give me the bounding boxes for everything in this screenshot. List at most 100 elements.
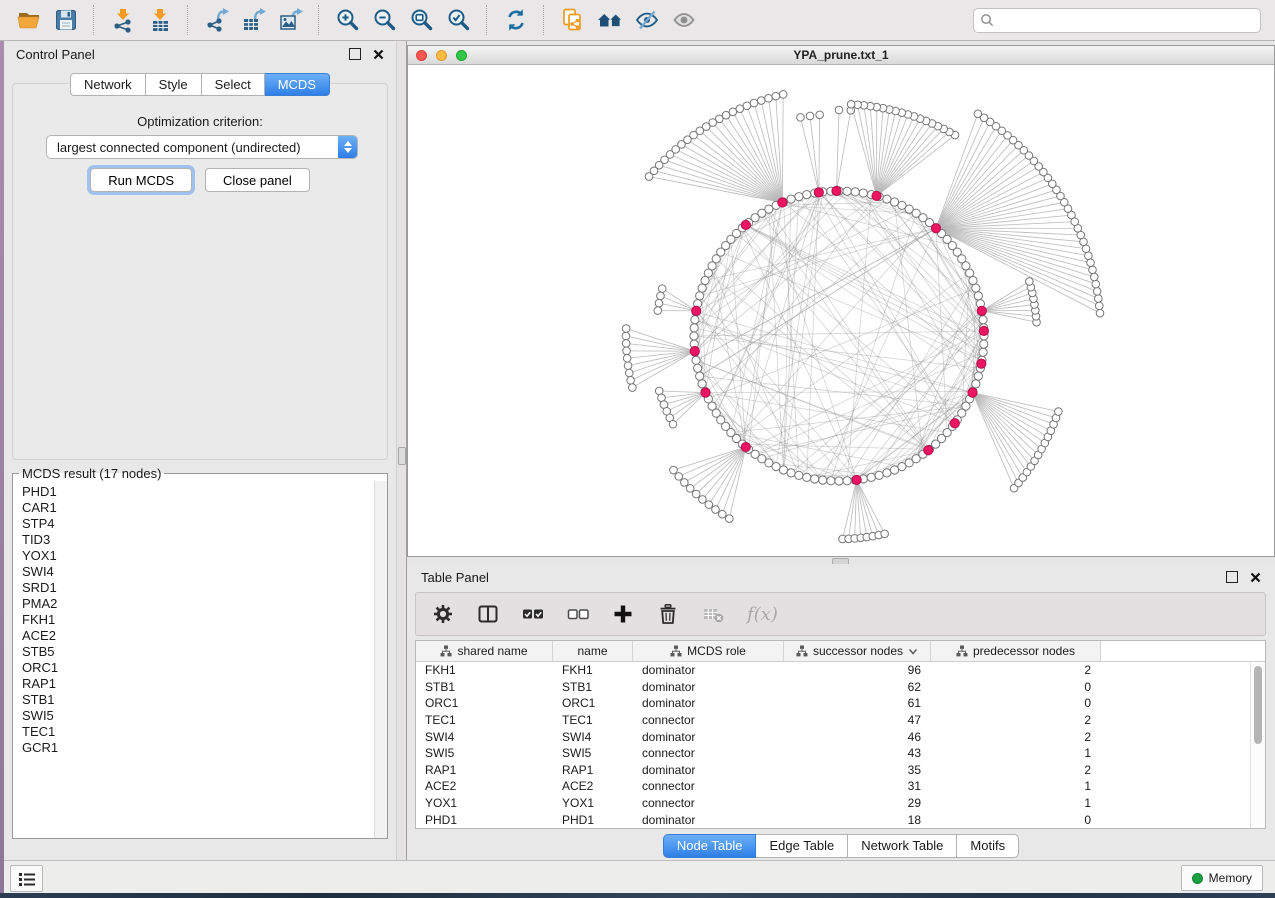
leaf-node[interactable] [797, 114, 805, 122]
delete-column-icon[interactable] [655, 601, 681, 627]
table-row-ACE2[interactable]: ACE2ACE2connector311 [416, 778, 1251, 795]
ring-node[interactable] [827, 477, 835, 485]
zoom-fit-icon[interactable] [406, 5, 437, 36]
table-scrollbar[interactable] [1250, 662, 1265, 828]
zoom-selected-icon[interactable] [443, 5, 474, 36]
leaf-node[interactable] [654, 307, 662, 315]
ring-node[interactable] [811, 475, 819, 483]
leaf-node[interactable] [622, 340, 630, 348]
split-panel-icon[interactable] [475, 601, 501, 627]
ring-node[interactable] [883, 469, 891, 477]
leaf-node[interactable] [627, 376, 635, 384]
mcds-node[interactable] [814, 188, 823, 197]
tab-node-table[interactable]: Node Table [663, 834, 757, 858]
table-row-ORC1[interactable]: ORC1ORC1dominator610 [416, 695, 1251, 712]
mcds-node[interactable] [832, 186, 841, 195]
leaf-node[interactable] [624, 362, 632, 370]
settings-gear-icon[interactable] [430, 601, 456, 627]
cell-successor_nodes[interactable]: 29 [784, 796, 931, 810]
mcds-node[interactable] [968, 388, 977, 397]
leaf-node[interactable] [974, 110, 982, 118]
cell-mcds_role[interactable]: connector [633, 713, 784, 727]
cell-mcds_role[interactable]: dominator [633, 680, 784, 694]
ring-node[interactable] [795, 471, 803, 479]
tab-mcds[interactable]: MCDS [265, 73, 330, 96]
table-row-RAP1[interactable]: RAP1RAP1dominator352 [416, 762, 1251, 779]
cell-shared_name[interactable]: RAP1 [416, 763, 553, 777]
table-row-PHD1[interactable]: PHD1PHD1dominator180 [416, 811, 1251, 828]
export-network-icon[interactable] [201, 5, 232, 36]
deselect-all-rows-icon[interactable] [565, 601, 591, 627]
ring-node[interactable] [694, 364, 702, 372]
cell-mcds_role[interactable]: dominator [633, 696, 784, 710]
leaf-node[interactable] [645, 173, 653, 181]
cell-name[interactable]: RAP1 [553, 763, 633, 777]
cell-shared_name[interactable]: PHD1 [416, 813, 553, 827]
leaf-node[interactable] [622, 325, 630, 333]
float-table-panel-icon[interactable] [1226, 571, 1238, 583]
mcds-node[interactable] [979, 326, 988, 335]
mcds-result-item[interactable]: SRD1 [22, 580, 374, 596]
leaf-node[interactable] [1095, 295, 1103, 303]
import-table-icon[interactable] [144, 5, 175, 36]
mcds-node[interactable] [931, 224, 940, 233]
leaf-node[interactable] [806, 112, 814, 120]
network-canvas[interactable] [408, 64, 1274, 556]
leaf-node[interactable] [718, 510, 726, 518]
tab-network[interactable]: Network [70, 73, 146, 96]
leaf-node[interactable] [712, 506, 720, 514]
mcds-result-item[interactable]: FKH1 [22, 612, 374, 628]
mcds-result-item[interactable]: YOX1 [22, 548, 374, 564]
ring-node[interactable] [691, 316, 699, 324]
search-input[interactable] [998, 12, 1254, 28]
ring-node[interactable] [819, 476, 827, 484]
cell-successor_nodes[interactable]: 43 [784, 746, 931, 760]
leaf-node[interactable] [669, 420, 677, 428]
leaf-node[interactable] [750, 99, 758, 107]
mcds-result-item[interactable]: STB5 [22, 644, 374, 660]
export-table-icon[interactable] [238, 5, 269, 36]
cell-name[interactable]: STB1 [553, 680, 633, 694]
leaf-node[interactable] [772, 92, 780, 100]
table-row-SWI4[interactable]: SWI4SWI4dominator462 [416, 728, 1251, 745]
mcds-result-item[interactable]: SWI5 [22, 708, 374, 724]
cell-mcds_role[interactable]: connector [633, 746, 784, 760]
export-image-icon[interactable] [275, 5, 306, 36]
mcds-node[interactable] [950, 419, 959, 428]
close-panel-button[interactable]: Close panel [205, 168, 310, 192]
cell-successor_nodes[interactable]: 35 [784, 763, 931, 777]
cell-name[interactable]: SWI5 [553, 746, 633, 760]
leaf-node[interactable] [757, 97, 765, 105]
cell-mcds_role[interactable]: dominator [633, 663, 784, 677]
cell-predecessor_nodes[interactable]: 2 [931, 713, 1101, 727]
leaf-node[interactable] [1090, 273, 1098, 281]
ring-node[interactable] [972, 284, 980, 292]
ring-node[interactable] [787, 469, 795, 477]
leaf-node[interactable] [847, 101, 855, 109]
leaf-node[interactable] [725, 515, 733, 523]
tab-edge-table[interactable]: Edge Table [756, 834, 848, 858]
hide-selected-eye-icon[interactable] [631, 5, 662, 36]
ring-node[interactable] [875, 471, 883, 479]
cell-name[interactable]: ACE2 [553, 779, 633, 793]
cell-predecessor_nodes[interactable]: 2 [931, 663, 1101, 677]
leaf-node[interactable] [629, 384, 637, 392]
leaf-node[interactable] [699, 496, 707, 504]
close-table-panel-icon[interactable] [1250, 572, 1261, 583]
leaf-node[interactable] [655, 299, 663, 307]
cell-successor_nodes[interactable]: 61 [784, 696, 931, 710]
cell-name[interactable]: PHD1 [553, 813, 633, 827]
horizontal-splitter[interactable] [407, 557, 1275, 564]
table-scrollbar-thumb[interactable] [1254, 666, 1262, 744]
leaf-node[interactable] [657, 292, 665, 300]
ring-node[interactable] [690, 332, 698, 340]
cell-successor_nodes[interactable]: 96 [784, 663, 931, 677]
leaf-node[interactable] [743, 102, 751, 110]
column-header-shared-name[interactable]: shared name [416, 641, 553, 661]
ring-node[interactable] [843, 477, 851, 485]
leaf-node[interactable] [623, 354, 631, 362]
leaf-node[interactable] [658, 285, 666, 293]
leaf-node[interactable] [881, 530, 889, 538]
cell-name[interactable]: SWI4 [553, 730, 633, 744]
mcds-result-item[interactable]: PHD1 [22, 484, 374, 500]
